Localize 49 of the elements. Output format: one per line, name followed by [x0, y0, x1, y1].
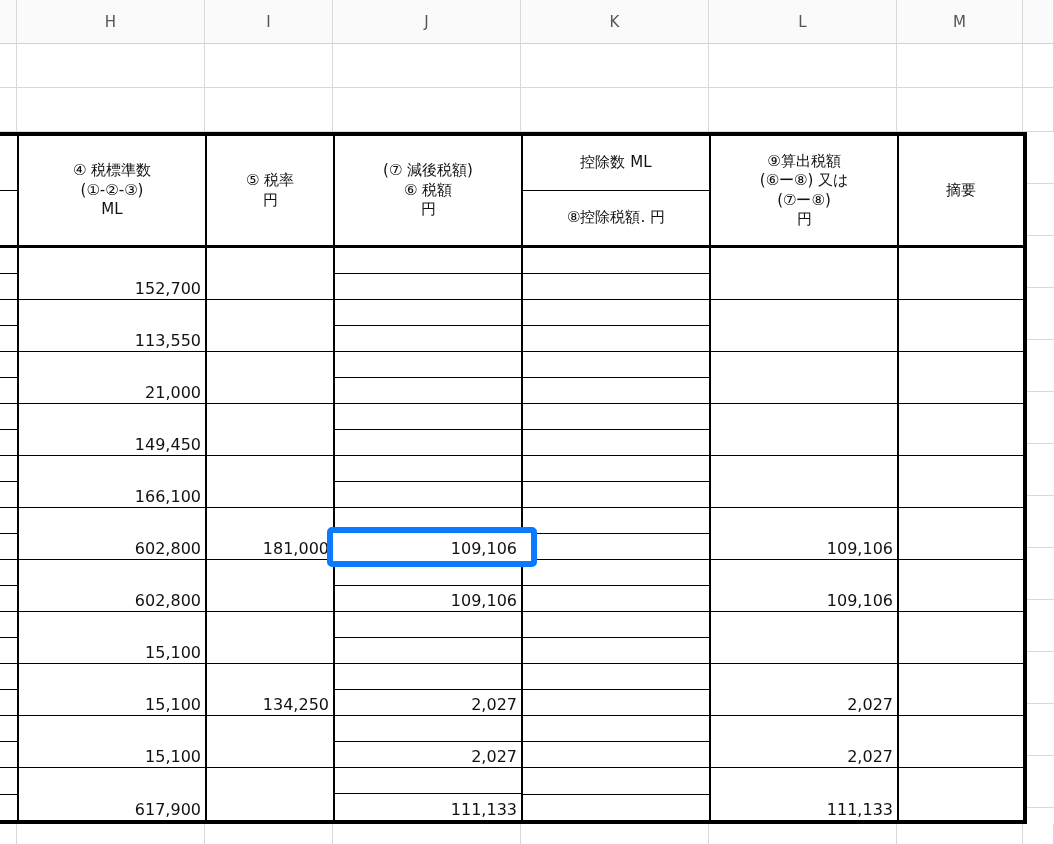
number-value: 15,100 [145, 643, 201, 662]
number-value: 15,100 [145, 747, 201, 766]
header-text: ④ 税標準数 [72, 161, 152, 181]
header-text: (⑥ー⑧) 又は [759, 171, 849, 191]
number-value: 15,100 [145, 695, 201, 714]
header-text: ML [101, 200, 123, 220]
header-text: ⑤ 税率 [245, 171, 295, 191]
number-value: 2,027 [847, 695, 893, 714]
header-text: 円 [796, 210, 812, 230]
number-value: 111,133 [450, 800, 517, 819]
number-value: 134,250 [262, 695, 329, 714]
number-value: 602,800 [134, 591, 201, 610]
header-text: ⑧控除税額. 円 [567, 208, 665, 228]
number-value: 111,133 [826, 800, 893, 819]
header-text: 控除数 ML [580, 153, 652, 173]
header-text: ⑥ 税額 [403, 180, 453, 201]
number-value: 109,106 [450, 539, 517, 558]
number-value: 617,900 [134, 800, 201, 819]
number-value: 2,027 [471, 695, 517, 714]
number-value: 109,106 [450, 591, 517, 610]
header-text: (⑦ 減後税額) [383, 161, 473, 181]
column-letter[interactable]: K [521, 0, 709, 43]
header-text: (①-②-③) [80, 180, 144, 201]
number-value: 2,027 [847, 747, 893, 766]
number-value: 21,000 [145, 383, 201, 402]
number-value: 152,700 [134, 279, 201, 298]
header-text: ⑨算出税額 [767, 151, 841, 171]
number-value: 602,800 [134, 539, 201, 558]
number-value: 113,550 [134, 331, 201, 350]
header-text: 円 [420, 200, 436, 220]
number-value: 2,027 [471, 747, 517, 766]
number-value: 109,106 [826, 591, 893, 610]
header-text: 円 [262, 190, 278, 210]
table-cell[interactable]: 2,027 [335, 689, 521, 715]
number-value: 109,106 [826, 539, 893, 558]
selected-cell[interactable]: 109,106 [327, 526, 537, 567]
column-letter[interactable]: J [333, 0, 521, 43]
table-cell[interactable]: 109,106 [335, 585, 521, 611]
table-cell[interactable]: 2,027 [335, 741, 521, 767]
number-value: 181,000 [262, 539, 329, 558]
header-text: (⑦ー⑧) [777, 190, 831, 210]
number-value: 149,450 [134, 435, 201, 454]
header-text: 摘要 [946, 180, 976, 201]
column-letter[interactable]: M [897, 0, 1023, 43]
column-letter[interactable]: H [17, 0, 205, 43]
table-cell[interactable]: 111,133 [335, 794, 521, 820]
column-letter[interactable]: I [205, 0, 333, 43]
column-letter[interactable]: L [709, 0, 897, 43]
number-value: 166,100 [134, 487, 201, 506]
